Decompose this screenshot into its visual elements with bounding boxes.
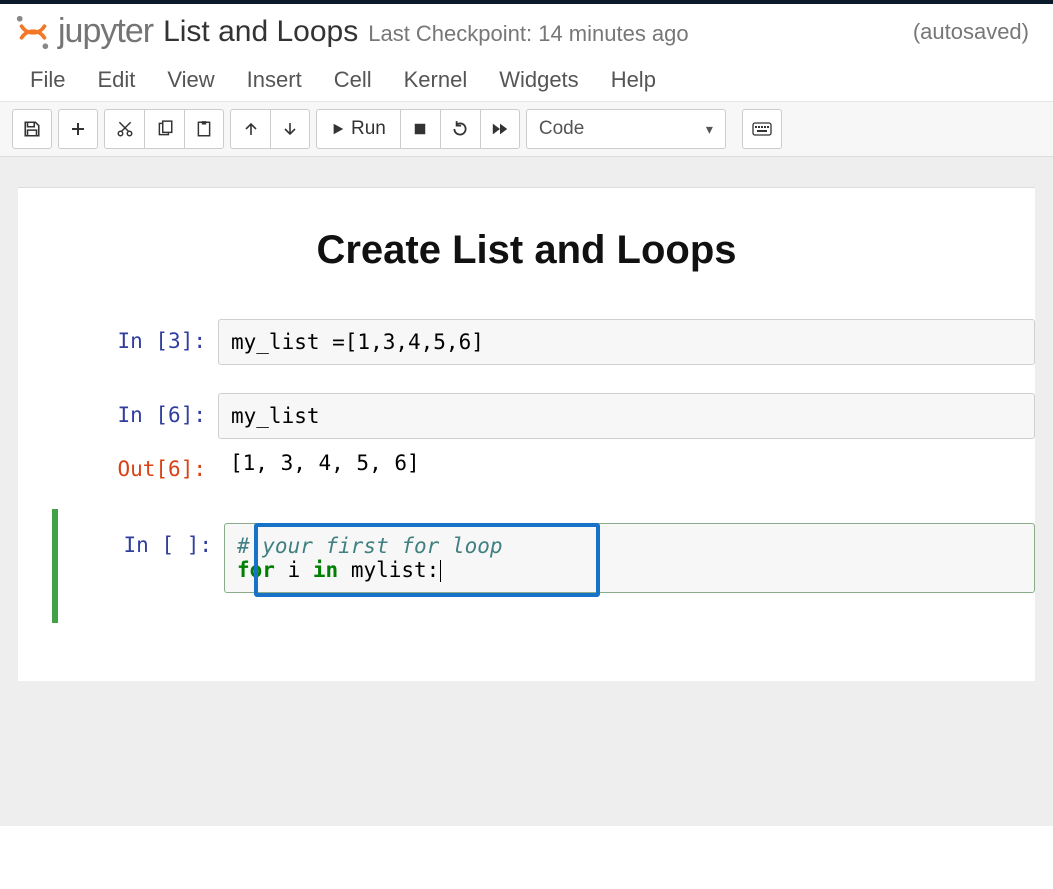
notebook-title[interactable]: List and Loops bbox=[163, 15, 358, 49]
menu-insert[interactable]: Insert bbox=[247, 67, 302, 93]
checkpoint-text: Last Checkpoint: 14 minutes ago bbox=[368, 21, 688, 47]
header-bar: jupyter List and Loops Last Checkpoint: … bbox=[0, 4, 1053, 61]
input-prompt: In [ ]: bbox=[58, 523, 224, 593]
output-prompt: Out[6]: bbox=[18, 447, 218, 481]
code-cell-active[interactable]: In [ ]: # your first for loop for i in m… bbox=[52, 509, 1035, 623]
move-down-button[interactable] bbox=[270, 109, 310, 149]
code-keyword: in bbox=[313, 558, 338, 582]
interrupt-button[interactable] bbox=[400, 109, 440, 149]
cell-type-label: Code bbox=[539, 118, 584, 140]
run-button[interactable]: Run bbox=[316, 109, 400, 149]
keyboard-icon bbox=[752, 122, 772, 136]
code-comment: # your first for loop bbox=[237, 534, 503, 558]
command-palette-button[interactable] bbox=[742, 109, 782, 149]
menu-bar: File Edit View Insert Cell Kernel Widget… bbox=[0, 61, 1053, 102]
menu-help[interactable]: Help bbox=[611, 67, 656, 93]
input-prompt: In [3]: bbox=[18, 319, 218, 365]
autosave-text: (autosaved) bbox=[913, 19, 1029, 45]
jupyter-logo[interactable]: jupyter bbox=[14, 12, 153, 51]
run-label: Run bbox=[351, 118, 386, 140]
arrow-down-icon bbox=[282, 121, 298, 137]
menu-widgets[interactable]: Widgets bbox=[499, 67, 578, 93]
output-row: Out[6]: [1, 3, 4, 5, 6] bbox=[18, 447, 1035, 481]
paste-icon bbox=[195, 120, 213, 138]
restart-button[interactable] bbox=[440, 109, 480, 149]
markdown-heading[interactable]: Create List and Loops bbox=[18, 228, 1035, 273]
scissors-icon bbox=[116, 120, 134, 138]
code-cell[interactable]: In [6]: my_list bbox=[18, 393, 1035, 439]
chevron-down-icon: ▾ bbox=[706, 121, 713, 138]
code-input-area[interactable]: # your first for loop for i in mylist: bbox=[224, 523, 1035, 593]
code-input-area[interactable]: my_list bbox=[218, 393, 1035, 439]
menu-cell[interactable]: Cell bbox=[334, 67, 372, 93]
toolbar: Run Code ▾ bbox=[0, 102, 1053, 157]
restart-run-all-button[interactable] bbox=[480, 109, 520, 149]
copy-button[interactable] bbox=[144, 109, 184, 149]
arrow-up-icon bbox=[243, 121, 259, 137]
notebook: Create List and Loops In [3]: my_list =[… bbox=[18, 187, 1035, 681]
code-keyword: for bbox=[237, 558, 275, 582]
cell-output: [1, 3, 4, 5, 6] bbox=[218, 447, 1035, 481]
jupyter-logo-text: jupyter bbox=[58, 12, 153, 51]
fast-forward-icon bbox=[491, 121, 509, 137]
input-prompt: In [6]: bbox=[18, 393, 218, 439]
notebook-content-area: Create List and Loops In [3]: my_list =[… bbox=[0, 157, 1053, 826]
add-cell-button[interactable] bbox=[58, 109, 98, 149]
text-cursor bbox=[440, 560, 441, 582]
paste-button[interactable] bbox=[184, 109, 224, 149]
code-input-area[interactable]: my_list =[1,3,4,5,6] bbox=[218, 319, 1035, 365]
menu-file[interactable]: File bbox=[30, 67, 65, 93]
play-icon bbox=[331, 122, 345, 136]
move-up-button[interactable] bbox=[230, 109, 270, 149]
save-button[interactable] bbox=[12, 109, 52, 149]
cut-button[interactable] bbox=[104, 109, 144, 149]
copy-icon bbox=[156, 120, 174, 138]
menu-view[interactable]: View bbox=[167, 67, 214, 93]
menu-kernel[interactable]: Kernel bbox=[404, 67, 468, 93]
menu-edit[interactable]: Edit bbox=[97, 67, 135, 93]
save-icon bbox=[23, 120, 41, 138]
cell-type-select[interactable]: Code ▾ bbox=[526, 109, 726, 149]
code-cell[interactable]: In [3]: my_list =[1,3,4,5,6] bbox=[18, 319, 1035, 365]
jupyter-logo-icon bbox=[14, 13, 52, 51]
stop-icon bbox=[413, 122, 427, 136]
restart-icon bbox=[451, 120, 469, 138]
plus-icon bbox=[70, 121, 86, 137]
